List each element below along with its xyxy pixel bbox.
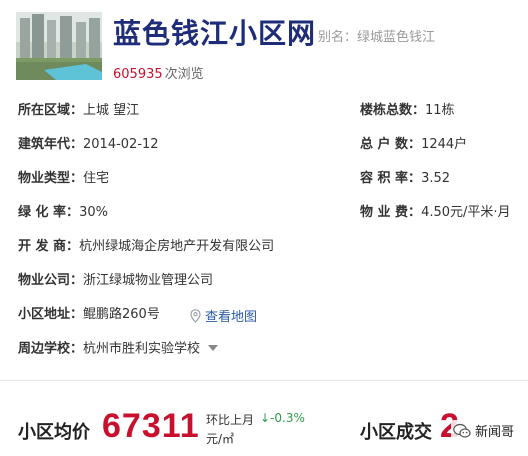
avg-price-label: 小区均价 [18, 422, 90, 443]
detail-build-year: 建筑年代：2014-02-12 [18, 136, 159, 154]
view-count-unit: 次浏览 [164, 67, 204, 82]
property-type-label: 物业类型： [18, 171, 84, 186]
deals-label: 小区成交 [360, 422, 432, 443]
detail-district: 所在区域：上城 望江 [18, 102, 139, 120]
plot-ratio-label: 容 积 率： [360, 171, 422, 186]
property-company-label: 物业公司： [18, 273, 84, 288]
developer-value: 杭州绿城海企房地产开发有限公司 [79, 239, 275, 254]
property-company-value: 浙江绿城物业管理公司 [83, 273, 214, 288]
district-value: 上城 望江 [83, 103, 140, 118]
view-map-link[interactable]: 查看地图 [190, 306, 257, 325]
detail-property-fee: 物 业 费：4.50元/平米·月 [360, 204, 511, 222]
buildings-value: 11栋 [425, 103, 455, 118]
map-pin-icon [190, 308, 201, 323]
households-value: 1244户 [421, 137, 468, 152]
detail-households: 总 户 数：1244户 [360, 136, 467, 154]
detail-green-rate: 绿 化 率：30% [18, 204, 108, 222]
address-label: 小区地址： [18, 307, 84, 322]
address-value: 鲲鹏路260号 [83, 307, 160, 322]
chevron-down-icon[interactable] [208, 340, 219, 358]
community-photo [16, 12, 102, 80]
month-ratio-label: 环比上月 [206, 413, 255, 427]
detail-developer: 开 发 商：杭州绿城海企房地产开发有限公司 [18, 238, 274, 256]
view-count-number: 605935 [113, 67, 163, 82]
wechat-bubble-icon [453, 423, 471, 438]
households-label: 总 户 数： [360, 137, 422, 152]
avg-price-unit: 元/㎡ [206, 432, 235, 446]
watermark-text: 新闻哥 [475, 425, 515, 440]
detail-property-company: 物业公司：浙江绿城物业管理公司 [18, 272, 213, 290]
detail-nearby-school: 周边学校：杭州市胜利实验学校 [18, 340, 219, 359]
district-label: 所在区域： [18, 103, 84, 118]
avg-price-value: 67311 [102, 407, 200, 445]
community-alias: 别名：绿城蓝色钱江 [318, 30, 436, 45]
build-year-value: 2014-02-12 [83, 137, 159, 152]
section-divider [0, 380, 528, 381]
build-year-label: 建筑年代： [18, 137, 84, 152]
nearby-school-label: 周边学校： [18, 341, 84, 357]
plot-ratio-value: 3.52 [421, 171, 451, 186]
detail-address: 小区地址：鲲鹏路260号 [18, 306, 160, 324]
property-fee-label: 物 业 费： [360, 205, 422, 220]
green-rate-label: 绿 化 率： [18, 205, 80, 220]
view-count: 605935 次浏览 [113, 63, 204, 82]
developer-label: 开 发 商： [18, 239, 80, 254]
detail-plot-ratio: 容 积 率：3.52 [360, 170, 450, 188]
detail-property-type: 物业类型：住宅 [18, 170, 109, 188]
property-type-value: 住宅 [83, 171, 110, 186]
month-ratio-value: ↓-0.3% [260, 411, 305, 425]
detail-buildings: 楼栋总数：11栋 [360, 102, 455, 120]
watermark: 新闻哥 [451, 420, 517, 441]
buildings-label: 楼栋总数： [360, 103, 426, 118]
green-rate-value: 30% [79, 205, 108, 220]
nearby-school-value[interactable]: 杭州市胜利实验学校 [83, 342, 200, 357]
community-title: 蓝色钱江小区网 [113, 17, 317, 50]
view-map-label[interactable]: 查看地图 [205, 306, 257, 325]
property-fee-value: 4.50元/平米·月 [421, 205, 511, 220]
